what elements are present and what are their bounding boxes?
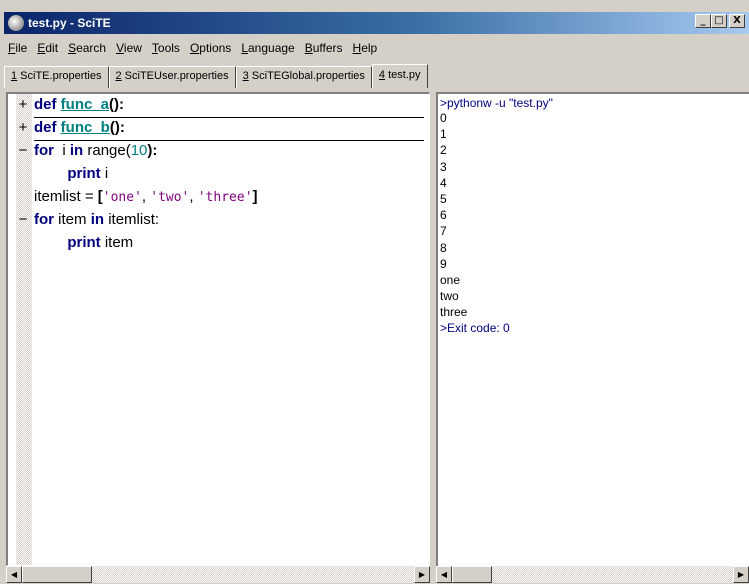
code-token: itemlist: (104, 211, 160, 228)
scroll-right-arrow-icon[interactable]: ▶ (414, 566, 430, 583)
output-exit-code: >Exit code: 0 (440, 321, 510, 335)
code-token: item (100, 234, 134, 251)
window-title: test.py - SciTE (28, 16, 111, 30)
title-bar[interactable]: test.py - SciTE _ □ X (4, 12, 749, 34)
tab[interactable]: 3 SciTEGlobal.properties (235, 66, 372, 88)
code-token: , (189, 188, 198, 205)
menu-item[interactable]: Buffers (305, 41, 343, 55)
code-line[interactable]: print i (34, 165, 424, 187)
maximize-button[interactable]: □ (711, 14, 727, 28)
code-token: range( (83, 142, 131, 159)
output-line: 1 (440, 127, 447, 142)
output-line: two (440, 289, 459, 304)
editor-hscrollbar[interactable]: ◀ ▶ (6, 566, 430, 583)
menu-item[interactable]: Edit (37, 41, 58, 55)
fold-expand-icon[interactable]: + (16, 119, 30, 136)
code-token: func_a (60, 96, 110, 113)
editor-pane[interactable]: + def func_a(): + def func_b(): − for i in ra… (6, 92, 430, 566)
output-line: 8 (440, 240, 447, 255)
tab[interactable]: 2 SciTEUser.properties (108, 66, 236, 88)
fold-collapse-icon[interactable]: − (16, 142, 30, 159)
code-token: func_b (60, 119, 110, 136)
buffer-tabs: 1 SciTE.properties 2 SciTEUser.properties… (4, 64, 428, 88)
code-token: print (67, 234, 101, 251)
code-token: 10 (130, 142, 148, 159)
scroll-right-arrow-icon[interactable]: ▶ (733, 566, 749, 583)
code-token: , (141, 188, 151, 205)
code-line[interactable]: − for i in range(10): (19, 142, 424, 164)
scroll-thumb[interactable] (452, 566, 492, 583)
code-line[interactable]: itemlist = ['one', 'two', 'three'] (34, 188, 424, 210)
code-token: item (54, 211, 91, 228)
code-token: in (90, 211, 105, 228)
output-line: three (440, 305, 468, 320)
menu-item[interactable]: Tools (152, 41, 180, 55)
minimize-button[interactable]: _ (695, 14, 711, 28)
tab[interactable]: 4 test.py (371, 64, 428, 88)
code-line[interactable]: − for item in itemlist: (19, 211, 424, 233)
code-token: for (34, 142, 54, 159)
output-line: 9 (440, 256, 447, 271)
scroll-thumb[interactable] (22, 566, 92, 583)
output-line: 2 (440, 143, 447, 158)
menu-item[interactable]: Search (68, 41, 106, 55)
output-line: 0 (440, 111, 447, 125)
menu-item[interactable]: Language (241, 41, 294, 55)
fold-collapse-icon[interactable]: − (16, 211, 30, 228)
output-command: >pythonw -u "test.py" (440, 96, 553, 110)
scroll-left-arrow-icon[interactable]: ◀ (436, 566, 452, 583)
code-token: i (100, 165, 109, 182)
menu-item[interactable]: Help (353, 41, 378, 55)
code-token: print (67, 165, 101, 182)
code-line[interactable]: print item (34, 234, 424, 256)
code-token: 'two' (150, 190, 190, 205)
output-line: 5 (440, 192, 447, 206)
code-token: (): (109, 96, 125, 113)
code-line[interactable]: + def func_b(): (19, 119, 424, 141)
output-line: 3 (440, 159, 447, 174)
menu-item[interactable]: View (116, 41, 142, 55)
code-token: for (34, 211, 54, 228)
output-hscrollbar[interactable]: ◀ ▶ (436, 566, 749, 583)
code-token: ] (252, 188, 258, 205)
output-pane[interactable]: >pythonw -u "test.py" 0 1 2 3 4 5 6 7 8 9 one two th… (436, 92, 749, 566)
code-token: in (69, 142, 84, 159)
code-token: ): (147, 142, 158, 159)
code-token: 'one' (102, 190, 142, 205)
close-button[interactable]: X (729, 14, 745, 28)
fold-expand-icon[interactable]: + (16, 96, 30, 113)
code-token: def (34, 119, 61, 136)
output-line: 4 (440, 175, 447, 190)
window-controls: _ □ X (695, 14, 745, 28)
menu-item[interactable]: File (8, 41, 27, 55)
code-line[interactable]: + def func_a(): (19, 96, 424, 118)
code-token: i (54, 142, 70, 159)
fold-margin[interactable] (16, 94, 32, 565)
scite-window: test.py - SciTE _ □ X File Edit Search View… (0, 0, 749, 584)
output-line: one (440, 273, 461, 287)
code-token: (): (109, 119, 125, 136)
scroll-left-arrow-icon[interactable]: ◀ (6, 566, 22, 583)
scite-app-icon[interactable] (8, 15, 24, 31)
code-token: 'three' (197, 190, 253, 205)
output-line: 6 (440, 208, 447, 223)
menu-item[interactable]: Options (190, 41, 231, 55)
tab[interactable]: 1 SciTE.properties (4, 66, 109, 88)
code-token: itemlist = (34, 188, 98, 205)
code-token: def (34, 96, 61, 113)
output-line: 7 (440, 224, 447, 239)
menu-bar: File Edit Search View Tools Options Language Bu… (4, 38, 749, 58)
